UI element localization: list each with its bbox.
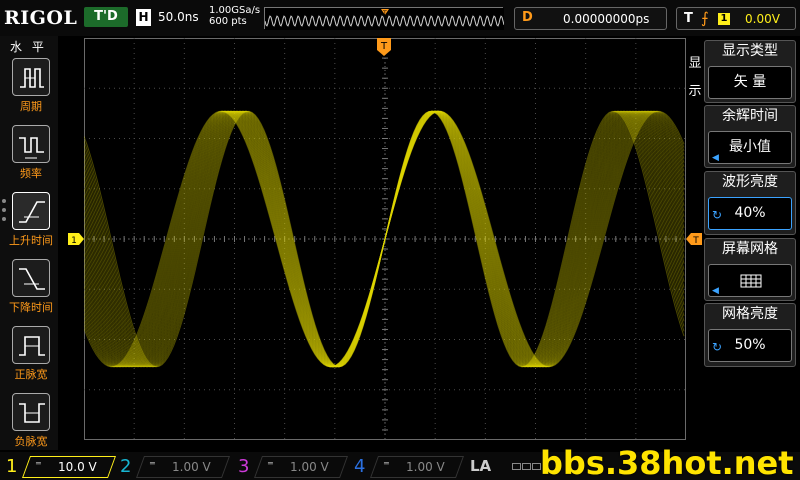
period-icon <box>20 68 44 88</box>
measure-frequency-button[interactable] <box>12 125 50 163</box>
channel1-ground-marker[interactable]: 1 <box>68 233 84 245</box>
memory-overview-waveform: T <box>265 8 504 30</box>
channel3-number: 3 <box>238 456 250 477</box>
grid-intensity-value: 50% <box>734 337 766 353</box>
channel2-tab[interactable]: 2 ═ 1.00 V <box>120 455 231 479</box>
channel2-coupling-icon: ═ <box>150 459 155 468</box>
svg-text:T: T <box>692 236 699 245</box>
grid-intensity-title: 网格亮度 <box>722 306 778 322</box>
persistence-value: 最小值 <box>729 139 771 155</box>
page-indicator <box>2 199 8 226</box>
channel1-number: 1 <box>6 456 18 477</box>
display-menu-label: 显 示 <box>687 50 703 106</box>
measure-positive-width-button[interactable] <box>12 326 50 364</box>
select-arrow-icon: ◀ <box>712 153 719 163</box>
horizontal-label: H <box>136 9 151 26</box>
measure-rise-time-label: 上升时间 <box>9 234 53 247</box>
grid-intensity-value-box: ↻ 50% <box>708 329 792 362</box>
grid-type-softkey[interactable]: 屏幕网格 ◀ <box>704 238 796 301</box>
oscilloscope-screen: RIGOL T'D H 50.0ns 1.00GSa/s 600 pts T D… <box>0 0 800 480</box>
display-type-title: 显示类型 <box>722 43 778 59</box>
trigger-label: T <box>684 11 693 26</box>
acquisition-info: 1.00GSa/s 600 pts <box>209 5 260 27</box>
fall-time-icon <box>19 268 45 290</box>
delay-label: D <box>522 10 533 25</box>
frequency-icon <box>19 137 44 159</box>
channel1-tab[interactable]: 1 ═ 10.0 V <box>6 455 117 479</box>
svg-text:T: T <box>380 41 388 52</box>
knob-icon: ↻ <box>712 340 723 354</box>
knob-icon: ↻ <box>712 208 723 222</box>
negative-width-icon <box>19 403 45 423</box>
rise-time-icon <box>19 201 45 223</box>
measure-rise-time-button[interactable] <box>12 192 50 230</box>
trigger-box[interactable]: T ⨍ 1 0.00V <box>676 7 796 30</box>
sample-rate: 1.00GSa/s <box>209 5 261 16</box>
grid-type-title: 屏幕网格 <box>722 241 778 257</box>
rising-edge-icon: ⨍ <box>701 9 709 27</box>
measure-fall-time-button[interactable] <box>12 259 50 297</box>
wave-intensity-value-box: ↻ 40% <box>708 197 792 230</box>
display-type-softkey[interactable]: 显示类型 矢 量 <box>704 40 796 103</box>
measure-period-label: 周期 <box>20 100 42 113</box>
channel2-number: 2 <box>120 456 132 477</box>
brand-logo: RIGOL <box>4 7 78 29</box>
trigger-level-value: 0.00V <box>745 12 780 26</box>
display-type-value: 矢 量 <box>708 66 792 99</box>
measure-category-title: 水 平 <box>10 40 47 54</box>
channel3-coupling-icon: ═ <box>268 459 273 468</box>
trigger-level-marker[interactable]: T <box>686 233 702 245</box>
top-status-bar: RIGOL T'D H 50.0ns 1.00GSa/s 600 pts T D… <box>0 0 800 36</box>
grid-intensity-softkey[interactable]: 网格亮度 ↻ 50% <box>704 303 796 367</box>
channel3-tab[interactable]: 3 ═ 1.00 V <box>238 455 349 479</box>
measure-fall-time-label: 下降时间 <box>9 301 53 314</box>
wave-intensity-softkey[interactable]: 波形亮度 ↻ 40% <box>704 171 796 235</box>
measure-positive-width-label: 正脉宽 <box>14 368 48 381</box>
channel1-scale: 10.0 V <box>58 460 97 474</box>
memory-overview-strip: T <box>264 7 504 30</box>
svg-text:1: 1 <box>71 236 77 245</box>
svg-text:T: T <box>382 10 387 17</box>
timebase-value[interactable]: 50.0ns <box>158 10 199 24</box>
run-state-badge[interactable]: T'D <box>84 7 128 27</box>
waveform-display[interactable] <box>84 38 686 440</box>
watermark: bbs.38hot.net <box>540 444 794 480</box>
trigger-source-badge: 1 <box>718 13 730 25</box>
channel3-scale: 1.00 V <box>290 460 329 474</box>
wave-intensity-value: 40% <box>734 205 766 221</box>
measure-frequency-label: 频率 <box>20 167 42 180</box>
memory-depth: 600 pts <box>209 16 247 27</box>
channel4-coupling-icon: ═ <box>384 459 389 468</box>
grid-type-value-box: ◀ <box>708 264 792 297</box>
wave-intensity-title: 波形亮度 <box>722 174 778 190</box>
persistence-value-box: ◀ 最小值 <box>708 131 792 164</box>
positive-width-icon <box>19 336 45 356</box>
delay-box[interactable]: D 0.00000000ps <box>514 7 667 30</box>
persistence-title: 余辉时间 <box>722 108 778 124</box>
logic-analyzer-label[interactable]: LA <box>470 457 491 475</box>
delay-value: 0.00000000ps <box>563 12 650 26</box>
full-grid-icon <box>740 274 762 288</box>
display-menu-label-char2: 示 <box>688 84 702 99</box>
channel4-tab[interactable]: 4 ═ 1.00 V <box>354 455 465 479</box>
measure-period-button[interactable] <box>12 58 50 96</box>
measure-sidebar: 水 平 周期 频率 上升时间 下降时间 正脉宽 负脉宽 <box>0 36 58 450</box>
channel1-coupling-icon: ═ <box>36 459 41 468</box>
display-menu-label-char1: 显 <box>688 56 702 71</box>
measure-negative-width-label: 负脉宽 <box>14 435 48 448</box>
channel4-scale: 1.00 V <box>406 460 445 474</box>
trigger-position-marker[interactable]: T <box>377 38 391 56</box>
channel4-number: 4 <box>354 456 366 477</box>
measure-negative-width-button[interactable] <box>12 393 50 431</box>
persistence-softkey[interactable]: 余辉时间 ◀ 最小值 <box>704 105 796 168</box>
channel2-scale: 1.00 V <box>172 460 211 474</box>
